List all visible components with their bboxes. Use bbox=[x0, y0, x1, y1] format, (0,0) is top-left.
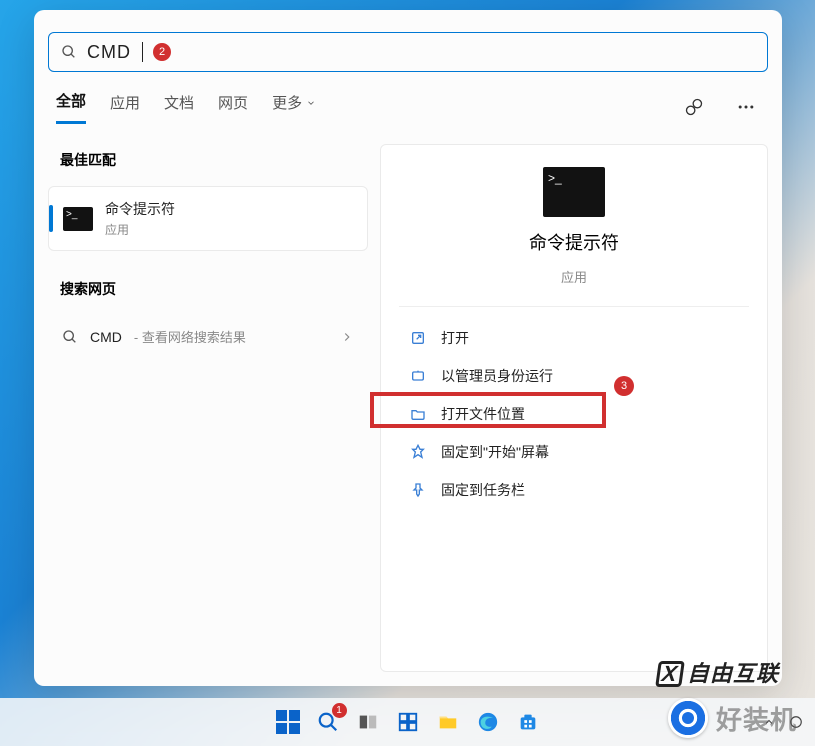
file-explorer[interactable] bbox=[433, 707, 463, 737]
windows-search-panel: CMD 2 全部 应用 文档 网页 更多 最佳匹配 命令提示符 应用 bbox=[34, 10, 782, 686]
web-search-hint: - 查看网络搜索结果 bbox=[134, 327, 246, 346]
action-pin-start[interactable]: 固定到"开始"屏幕 bbox=[381, 433, 767, 471]
web-search-label: 搜索网页 bbox=[48, 273, 368, 305]
result-title: 命令提示符 bbox=[105, 199, 175, 219]
best-match-label: 最佳匹配 bbox=[48, 144, 368, 176]
action-open[interactable]: 打开 bbox=[381, 319, 767, 357]
tab-all[interactable]: 全部 bbox=[56, 90, 86, 124]
preview-pane: 命令提示符 应用 打开 以管理员身份运行 打开文件位置 bbox=[380, 144, 768, 672]
preview-app-icon bbox=[543, 167, 605, 217]
results-left: 最佳匹配 命令提示符 应用 搜索网页 CMD - 查看网络搜索结果 bbox=[48, 144, 368, 672]
watermark-brand1: X自由互联 bbox=[657, 656, 779, 688]
microsoft-store[interactable] bbox=[513, 707, 543, 737]
taskbar-search-badge: 1 bbox=[332, 703, 347, 718]
pin-icon bbox=[409, 481, 427, 499]
filter-tabs: 全部 应用 文档 网页 更多 bbox=[34, 72, 782, 124]
start-button[interactable] bbox=[273, 707, 303, 737]
action-run-as-admin[interactable]: 以管理员身份运行 bbox=[381, 357, 767, 395]
account-link-icon[interactable] bbox=[680, 93, 708, 121]
web-search-row[interactable]: CMD - 查看网络搜索结果 bbox=[48, 313, 368, 360]
search-icon bbox=[61, 44, 77, 60]
edge-browser[interactable] bbox=[473, 707, 503, 737]
chevron-right-icon bbox=[340, 330, 354, 344]
start-icon bbox=[276, 710, 300, 734]
watermark-brand2: 好装机 bbox=[668, 698, 797, 738]
action-open-file-location[interactable]: 打开文件位置 bbox=[381, 395, 767, 433]
tab-apps[interactable]: 应用 bbox=[110, 92, 140, 123]
web-search-term: CMD bbox=[90, 329, 122, 345]
pin-icon bbox=[409, 443, 427, 461]
result-subtitle: 应用 bbox=[105, 221, 175, 238]
more-options-icon[interactable] bbox=[732, 93, 760, 121]
preview-title: 命令提示符 bbox=[529, 229, 619, 255]
taskbar-center: 1 bbox=[273, 707, 543, 737]
open-icon bbox=[409, 329, 427, 347]
action-pin-start-label: 固定到"开始"屏幕 bbox=[441, 442, 549, 462]
widgets[interactable] bbox=[393, 707, 423, 737]
action-list: 打开 以管理员身份运行 打开文件位置 固定到"开始"屏幕 固定到任务栏 bbox=[381, 313, 767, 515]
divider bbox=[399, 306, 749, 307]
selection-indicator bbox=[49, 205, 53, 232]
action-open-file-location-label: 打开文件位置 bbox=[441, 404, 525, 424]
text-cursor bbox=[142, 42, 143, 62]
annotation-badge-2: 2 bbox=[153, 43, 171, 61]
folder-icon bbox=[409, 405, 427, 423]
action-pin-taskbar[interactable]: 固定到任务栏 bbox=[381, 471, 767, 509]
watermark-logo-icon bbox=[668, 698, 708, 738]
tab-documents[interactable]: 文档 bbox=[164, 92, 194, 123]
shield-icon bbox=[409, 367, 427, 385]
results-columns: 最佳匹配 命令提示符 应用 搜索网页 CMD - 查看网络搜索结果 bbox=[34, 124, 782, 686]
action-pin-taskbar-label: 固定到任务栏 bbox=[441, 480, 525, 500]
cmd-app-icon bbox=[63, 207, 93, 231]
tab-more[interactable]: 更多 bbox=[272, 92, 316, 123]
search-input-wrapper[interactable]: CMD 2 bbox=[48, 32, 768, 72]
action-open-label: 打开 bbox=[441, 328, 469, 348]
action-run-as-admin-label: 以管理员身份运行 bbox=[441, 366, 553, 386]
search-icon bbox=[62, 329, 78, 345]
task-view[interactable] bbox=[353, 707, 383, 737]
preview-subtitle: 应用 bbox=[561, 267, 587, 286]
best-match-result[interactable]: 命令提示符 应用 bbox=[48, 186, 368, 251]
tab-web[interactable]: 网页 bbox=[218, 92, 248, 123]
search-query-text: CMD bbox=[87, 42, 131, 63]
taskbar-search[interactable]: 1 bbox=[313, 707, 343, 737]
